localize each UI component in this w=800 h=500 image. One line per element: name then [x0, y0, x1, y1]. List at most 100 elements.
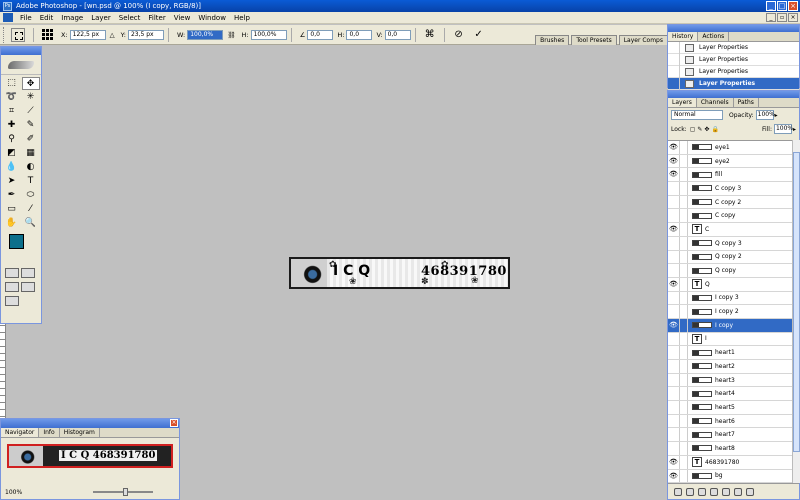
well-tab-layer-comps[interactable]: Layer Comps [618, 34, 668, 45]
visibility-eye-icon[interactable] [668, 209, 680, 223]
type-tool-icon[interactable]: T [22, 175, 40, 188]
visibility-eye-icon[interactable]: 👁 [668, 154, 680, 168]
move-tool-icon[interactable]: ✥ [21, 77, 40, 90]
layer-row[interactable]: heart5 [668, 401, 792, 415]
layer-link-cell[interactable] [680, 442, 688, 455]
lock-position-icon[interactable]: ✥ [704, 126, 709, 133]
layer-link-cell[interactable] [680, 318, 688, 332]
visibility-eye-icon[interactable]: 👁 [668, 318, 680, 332]
lock-transparency-icon[interactable]: ▢ [690, 126, 696, 133]
height-field[interactable]: 100,0% [250, 29, 287, 40]
opacity-arrow-icon[interactable]: ▸ [775, 112, 778, 119]
visibility-eye-icon[interactable] [668, 291, 680, 305]
lasso-tool-icon[interactable]: ➰ [3, 91, 21, 104]
crop-tool-icon[interactable]: ⌗ [3, 105, 21, 118]
history-brush-tool-icon[interactable]: ✐ [22, 133, 40, 146]
minimize-button[interactable]: _ [766, 1, 776, 11]
layer-row[interactable]: Q copy [668, 264, 792, 278]
menu-image[interactable]: Image [57, 14, 87, 22]
layer-row[interactable]: heart4 [668, 387, 792, 402]
opacity-field[interactable]: 100% [755, 110, 775, 120]
commit-transform-button[interactable]: ✓ [472, 28, 486, 42]
visibility-eye-icon[interactable]: 👁 [668, 141, 680, 154]
zoom-slider-handle[interactable] [123, 488, 128, 496]
shape-tool-icon[interactable]: ⬭ [22, 189, 40, 202]
cancel-transform-button[interactable]: ⊘ [452, 28, 466, 42]
zoom-tool-icon[interactable]: 🔍 [22, 217, 40, 230]
visibility-eye-icon[interactable] [668, 305, 680, 318]
lock-all-icon[interactable]: 🔒 [711, 126, 718, 133]
visibility-eye-icon[interactable]: 👁 [668, 277, 680, 291]
layer-row[interactable]: TI [668, 332, 792, 347]
tab-navigator[interactable]: Navigator [1, 428, 40, 437]
layer-row[interactable]: 👁 T 468391780 [668, 455, 792, 470]
layer-set-icon[interactable] [710, 487, 718, 496]
layer-link-cell[interactable] [680, 195, 688, 209]
x-field[interactable]: 122,5 px [69, 29, 106, 40]
brush-tool-icon[interactable]: ✎ [22, 119, 40, 132]
reference-point-icon[interactable] [42, 29, 53, 40]
layer-link-cell[interactable] [680, 223, 688, 236]
history-state[interactable]: Layer Properties [668, 53, 799, 66]
path-selection-tool-icon[interactable]: ➤ [3, 175, 21, 188]
fill-arrow-icon[interactable]: ▸ [793, 126, 796, 133]
tab-info[interactable]: Info [39, 428, 60, 437]
menu-edit[interactable]: Edit [36, 14, 58, 22]
layer-row[interactable]: 👁 I copy [668, 318, 792, 333]
menu-select[interactable]: Select [115, 14, 145, 22]
layer-link-cell[interactable] [680, 182, 688, 195]
visibility-eye-icon[interactable] [668, 332, 680, 346]
navigator-titlebar[interactable]: × [1, 419, 179, 428]
marquee-tool-icon[interactable]: ⬚ [3, 77, 21, 90]
layer-link-cell[interactable] [680, 373, 688, 387]
layer-link-cell[interactable] [680, 469, 688, 483]
full-screen-menu-icon[interactable] [21, 282, 35, 292]
visibility-eye-icon[interactable] [668, 373, 680, 387]
visibility-eye-icon[interactable]: 👁 [668, 168, 680, 182]
layer-link-cell[interactable] [680, 264, 688, 277]
rotate-field[interactable]: 0,0 [307, 29, 334, 40]
layer-row[interactable]: heart7 [668, 428, 792, 443]
navigator-preview[interactable]: I C Q 468391780 [7, 444, 173, 468]
visibility-eye-icon[interactable] [668, 414, 680, 428]
layer-link-cell[interactable] [680, 305, 688, 318]
layer-row[interactable]: heart8 [668, 442, 792, 456]
layer-link-cell[interactable] [680, 387, 688, 401]
visibility-eye-icon[interactable] [668, 346, 680, 359]
layer-link-cell[interactable] [680, 428, 688, 442]
layer-row[interactable]: 👁 fill [668, 168, 792, 183]
layer-link-cell[interactable] [680, 141, 688, 154]
hskew-field[interactable]: 0,0 [346, 29, 373, 40]
layer-row[interactable]: Q copy 2 [668, 250, 792, 265]
foreground-color-swatch[interactable] [9, 234, 24, 249]
width-field[interactable]: 100,0% [187, 29, 224, 40]
visibility-eye-icon[interactable] [668, 401, 680, 414]
jump-to-imageready-icon[interactable] [5, 296, 19, 306]
history-titlebar[interactable] [668, 25, 799, 32]
tab-history[interactable]: History [668, 32, 699, 41]
doc-close-button[interactable]: × [788, 13, 798, 22]
layer-link-cell[interactable] [680, 401, 688, 414]
maximize-button[interactable]: □ [777, 1, 787, 11]
layer-link-cell[interactable] [680, 332, 688, 346]
tab-layers[interactable]: Layers [668, 98, 697, 107]
toolbox-titlebar[interactable] [1, 47, 41, 55]
layer-row[interactable]: heart2 [668, 360, 792, 374]
history-state-current[interactable]: Layer Properties [668, 77, 799, 90]
layer-mask-icon[interactable] [698, 487, 706, 496]
fill-field[interactable]: 100% [773, 124, 793, 134]
visibility-eye-icon[interactable]: 👁 [668, 469, 680, 483]
y-field[interactable]: 23,5 px [127, 29, 164, 40]
visibility-eye-icon[interactable] [668, 428, 680, 442]
visibility-eye-icon[interactable] [668, 182, 680, 195]
slice-tool-icon[interactable]: ⟋ [22, 105, 40, 118]
history-state[interactable]: Layer Properties [668, 65, 799, 78]
history-state[interactable]: Layer Properties [668, 41, 799, 54]
delete-layer-icon[interactable] [746, 487, 754, 496]
close-button[interactable]: × [788, 1, 798, 11]
navigator-zoom-value[interactable]: 100% [5, 489, 22, 496]
layer-link-cell[interactable] [680, 250, 688, 264]
app-menu-icon[interactable] [3, 13, 13, 22]
adobe-feather-icon[interactable] [1, 55, 41, 75]
layer-link-cell[interactable] [680, 236, 688, 250]
